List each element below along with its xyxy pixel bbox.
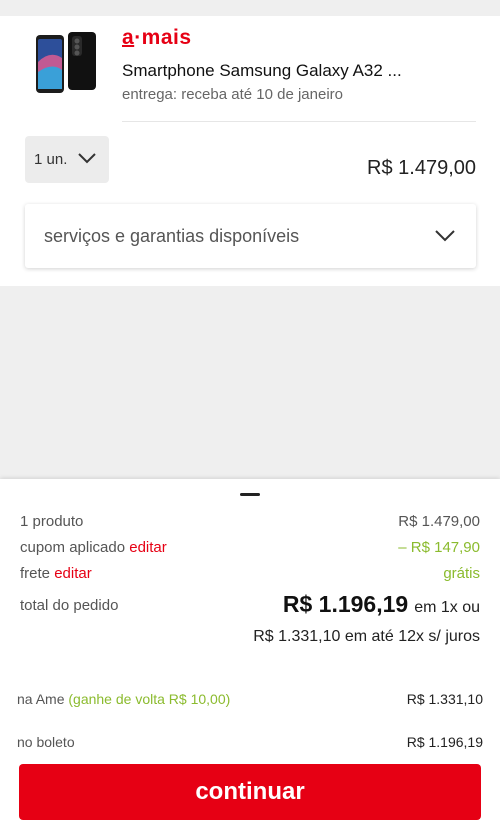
continue-button[interactable]: continuar [19,764,481,820]
chevron-down-icon [78,153,96,164]
summary-products-row: 1 produto R$ 1.479,00 [20,513,480,530]
brand-logo: a·mais [122,26,192,49]
item-price: R$ 1.479,00 [367,157,476,179]
top-strip [0,0,500,16]
chevron-down-icon [435,230,455,242]
quantity-select[interactable]: 1 un. [25,136,109,183]
products-count: 1 produto [20,513,84,530]
shipping-value: grátis [443,565,480,582]
ame-label: na Ame [17,691,65,707]
coupon-label: cupom aplicado [20,539,126,556]
drag-handle[interactable] [240,493,260,496]
total-suffix: em 1x ou [414,599,480,616]
summary-shipping-row: frete editar grátis [20,565,480,582]
summary-coupon-row: cupom aplicado editar – R$ 147,90 [20,539,480,556]
boleto-value: R$ 1.196,19 [406,734,483,750]
shipping-edit-link[interactable]: editar [54,565,92,582]
shipping-label: frete [20,565,51,582]
payment-ame-row: na Ame (ganhe de volta R$ 10,00) R$ 1.33… [17,691,483,707]
coupon-discount: – R$ 147,90 [398,539,480,556]
payment-boleto-row: no boleto R$ 1.196,19 [17,734,483,750]
quantity-value: 1 un. [34,151,68,168]
product-title[interactable]: Smartphone Samsung Galaxy A32 ... [122,61,402,81]
ame-value: R$ 1.331,10 [406,691,483,707]
order-summary-panel: 1 produto R$ 1.479,00 cupom aplicado edi… [0,479,500,838]
total-amount: R$ 1.196,19 em 1x ou [283,591,480,618]
total-value: R$ 1.196,19 [282,591,409,617]
boleto-label: no boleto [17,734,75,750]
installments-info: R$ 1.331,10 em até 12x s/ juros [253,628,480,645]
ame-cashback: (ganhe de volta R$ 10,00) [68,691,231,707]
divider [122,121,476,122]
services-label: serviços e garantias disponíveis [44,225,300,246]
cart-item-card: a·mais Smartphone Samsung Galaxy A32 ...… [0,16,500,286]
coupon-edit-link[interactable]: editar [129,539,167,556]
services-warranties-dropdown[interactable]: serviços e garantias disponíveis [25,204,476,268]
delivery-estimate: entrega: receba até 10 de janeiro [122,86,343,103]
total-label: total do pedido [20,597,119,614]
products-subtotal: R$ 1.479,00 [398,513,480,530]
smartphone-icon [36,32,96,93]
